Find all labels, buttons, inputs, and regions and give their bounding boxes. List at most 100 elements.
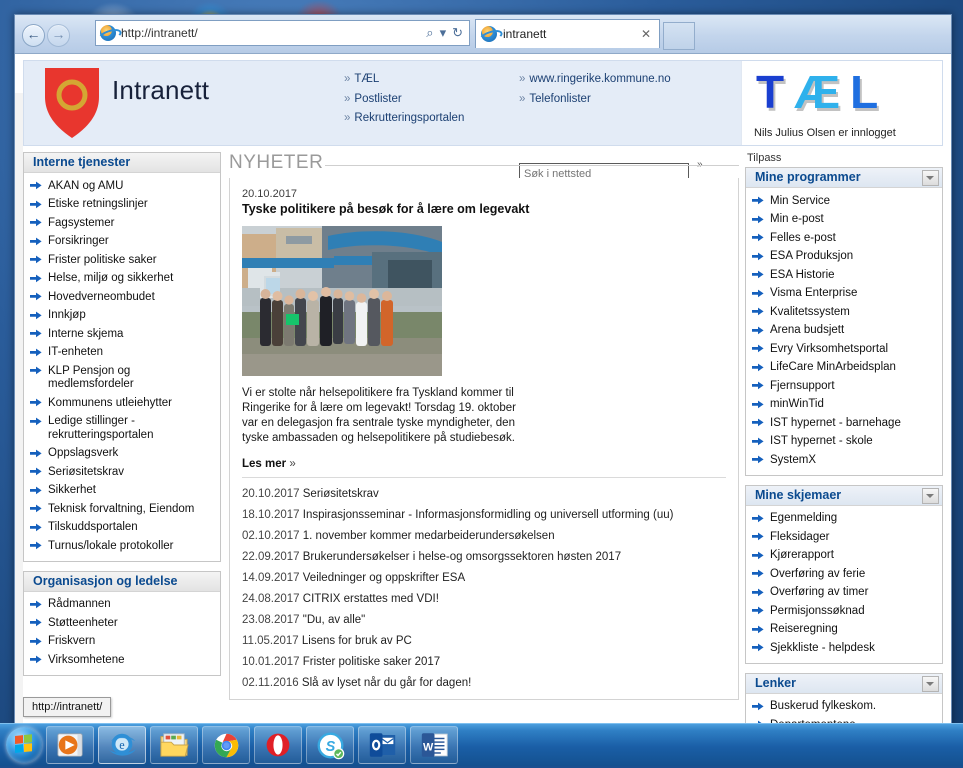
panel-list-item[interactable]: Fleksidager bbox=[746, 528, 942, 547]
close-icon[interactable]: ✕ bbox=[638, 27, 654, 41]
panel-list-item[interactable]: Kjørerapport bbox=[746, 547, 942, 566]
start-button[interactable] bbox=[6, 727, 42, 763]
panel-list-item[interactable]: Egenmelding bbox=[746, 510, 942, 529]
sidebar-list-item[interactable]: Rådmannen bbox=[24, 596, 220, 615]
header-link-rekrutteringsportalen[interactable]: » Rekrutteringsportalen bbox=[344, 112, 464, 124]
taskbar-item-google-chrome[interactable] bbox=[202, 726, 250, 764]
chevron-down-icon[interactable] bbox=[922, 675, 939, 692]
tael-letter-t: T bbox=[756, 66, 795, 118]
address-bar[interactable]: http://intranett/ ⌕ ▾ ↻ bbox=[95, 20, 470, 46]
sidebar-list-item[interactable]: Turnus/lokale protokoller bbox=[24, 537, 220, 556]
header-link-tael[interactable]: » TÆL bbox=[344, 73, 464, 85]
taskbar-item-outlook[interactable] bbox=[358, 726, 406, 764]
sidebar-list-item[interactable]: Forsikringer bbox=[24, 233, 220, 252]
sidebar-list-item[interactable]: Innkjøp bbox=[24, 307, 220, 326]
sidebar-list-item[interactable]: Frister politiske saker bbox=[24, 251, 220, 270]
sidebar-list-item[interactable]: Etiske retningslinjer bbox=[24, 196, 220, 215]
panel-list-item[interactable]: IST hypernet - barnehage bbox=[746, 414, 942, 433]
featured-news-title[interactable]: Tyske politikere på besøk for å lære om … bbox=[242, 202, 726, 216]
news-item-title: Inspirasjonsseminar - Informasjonsformid… bbox=[302, 509, 674, 521]
sidebar-list-item[interactable]: Fagsystemer bbox=[24, 214, 220, 233]
panel-list-item[interactable]: Overføring av timer bbox=[746, 584, 942, 603]
refresh-icon[interactable]: ↻ bbox=[452, 25, 463, 41]
customize-link[interactable]: Tilpass bbox=[747, 152, 943, 164]
news-list-item[interactable]: 14.09.2017 Veiledninger og oppskrifter E… bbox=[242, 572, 726, 584]
taskbar-item-file-explorer[interactable] bbox=[150, 726, 198, 764]
news-list-item[interactable]: 22.09.2017 Brukerundersøkelser i helse-o… bbox=[242, 551, 726, 563]
sidebar-list-item[interactable]: Oppslagsverk bbox=[24, 445, 220, 464]
panel-list-item[interactable]: Sjekkliste - helpdesk bbox=[746, 639, 942, 658]
news-list-item[interactable]: 02.10.2017 1. november kommer medarbeide… bbox=[242, 530, 726, 542]
list-item-label: AKAN og AMU bbox=[48, 179, 124, 192]
panel-list-item[interactable]: Permisjonssøknad bbox=[746, 602, 942, 621]
list-item-label: Overføring av ferie bbox=[770, 567, 866, 580]
taskbar-item-opera[interactable] bbox=[254, 726, 302, 764]
sidebar-list-item[interactable]: Sikkerhet bbox=[24, 482, 220, 501]
sidebar-list-item[interactable]: Kommunens utleiehytter bbox=[24, 394, 220, 413]
taskbar-item-word[interactable]: W bbox=[410, 726, 458, 764]
sidebar-list-item[interactable]: Ledige stillinger - rekrutteringsportale… bbox=[24, 413, 220, 445]
chevron-down-icon[interactable] bbox=[922, 487, 939, 504]
sidebar-list-item[interactable]: KLP Pensjon og medlemsfordeler bbox=[24, 362, 220, 394]
sidebar-list-item[interactable]: Støtteenheter bbox=[24, 614, 220, 633]
news-divider bbox=[242, 477, 726, 478]
panel-list-item[interactable]: IST hypernet - skole bbox=[746, 433, 942, 452]
browser-tab-intranett[interactable]: intranett ✕ bbox=[475, 19, 660, 48]
featured-news-image[interactable] bbox=[242, 226, 442, 376]
sidebar-list-item[interactable]: Hovedverneombudet bbox=[24, 288, 220, 307]
panel-list-item[interactable]: minWinTid bbox=[746, 396, 942, 415]
sidebar-list-item[interactable]: Seriøsitetskrav bbox=[24, 463, 220, 482]
taskbar-item-windows-media-player[interactable] bbox=[46, 726, 94, 764]
new-tab-button[interactable] bbox=[663, 22, 695, 50]
arrow-right-icon bbox=[30, 329, 42, 338]
sidebar-list-item[interactable]: Friskvern bbox=[24, 633, 220, 652]
chevron-down-icon[interactable]: ▾ bbox=[440, 25, 447, 41]
news-list-item[interactable]: 18.10.2017 Inspirasjonsseminar - Informa… bbox=[242, 509, 726, 521]
panel-list-item[interactable]: Visma Enterprise bbox=[746, 285, 942, 304]
news-list-item[interactable]: 10.01.2017 Frister politiske saker 2017 bbox=[242, 656, 726, 668]
sidebar-list-item[interactable]: Teknisk forvaltning, Eiendom bbox=[24, 500, 220, 519]
panel-list-item[interactable]: Felles e-post bbox=[746, 229, 942, 248]
panel-list-item[interactable]: SystemX bbox=[746, 451, 942, 470]
sidebar-list-item[interactable]: Helse, miljø og sikkerhet bbox=[24, 270, 220, 289]
panel-list-item[interactable]: Overføring av ferie bbox=[746, 565, 942, 584]
internet-explorer-icon: e bbox=[108, 733, 137, 756]
chevron-down-icon[interactable] bbox=[922, 170, 939, 186]
windows-logo-icon bbox=[15, 734, 32, 753]
header-link-telefonlister[interactable]: » Telefonlister bbox=[519, 93, 671, 105]
news-list-item[interactable]: 24.08.2017 CITRIX erstattes med VDI! bbox=[242, 593, 726, 605]
header-link-kommune-web[interactable]: » www.ringerike.kommune.no bbox=[519, 73, 671, 85]
news-list-item[interactable]: 23.08.2017 "Du, av alle" bbox=[242, 614, 726, 626]
list-item-label: Seriøsitetskrav bbox=[48, 465, 125, 478]
panel-list-item[interactable]: Kvalitetssystem bbox=[746, 303, 942, 322]
panel-list-item[interactable]: ESA Historie bbox=[746, 266, 942, 285]
sidebar-list-item[interactable]: Virksomhetene bbox=[24, 651, 220, 670]
google-chrome-icon bbox=[214, 733, 238, 757]
news-list-item[interactable]: 11.05.2017 Lisens for bruk av PC bbox=[242, 635, 726, 647]
panel-list-item[interactable]: Evry Virksomhetsportal bbox=[746, 340, 942, 359]
panel-list-item[interactable]: Min Service bbox=[746, 192, 942, 211]
forward-button[interactable]: → bbox=[47, 24, 70, 47]
sidebar-list-item[interactable]: IT-enheten bbox=[24, 344, 220, 363]
header-link-postlister[interactable]: » Postlister bbox=[344, 93, 464, 105]
status-bar-text: http://intranett/ bbox=[32, 701, 103, 713]
taskbar-item-internet-explorer[interactable]: e bbox=[98, 726, 146, 764]
read-more-link[interactable]: Les mer » bbox=[242, 458, 726, 470]
panel-list-item[interactable]: Fjernsupport bbox=[746, 377, 942, 396]
taskbar-item-skype[interactable]: S bbox=[306, 726, 354, 764]
sidebar-list-item[interactable]: AKAN og AMU bbox=[24, 177, 220, 196]
news-list-item[interactable]: 20.10.2017 Seriøsitetskrav bbox=[242, 488, 726, 500]
sidebar-list-item[interactable]: Tilskuddsportalen bbox=[24, 519, 220, 538]
panel-list-item[interactable]: Buskerud fylkeskom. bbox=[746, 698, 942, 717]
back-button[interactable]: ← bbox=[22, 24, 45, 47]
panel-list-item[interactable]: Reiseregning bbox=[746, 621, 942, 640]
panel-list-item[interactable]: Arena budsjett bbox=[746, 322, 942, 341]
panel-list-item[interactable]: ESA Produksjon bbox=[746, 248, 942, 267]
panel-list-item[interactable]: Min e-post bbox=[746, 211, 942, 230]
search-icon[interactable]: ⌕ bbox=[426, 25, 433, 41]
arrow-right-icon bbox=[30, 274, 42, 282]
panel-list-item[interactable]: LifeCare MinArbeidsplan bbox=[746, 359, 942, 378]
list-item-label: Forsikringer bbox=[48, 235, 109, 247]
news-list-item[interactable]: 02.11.2016 Slå av lyset når du går for d… bbox=[242, 677, 726, 689]
sidebar-list-item[interactable]: Interne skjema bbox=[24, 325, 220, 344]
